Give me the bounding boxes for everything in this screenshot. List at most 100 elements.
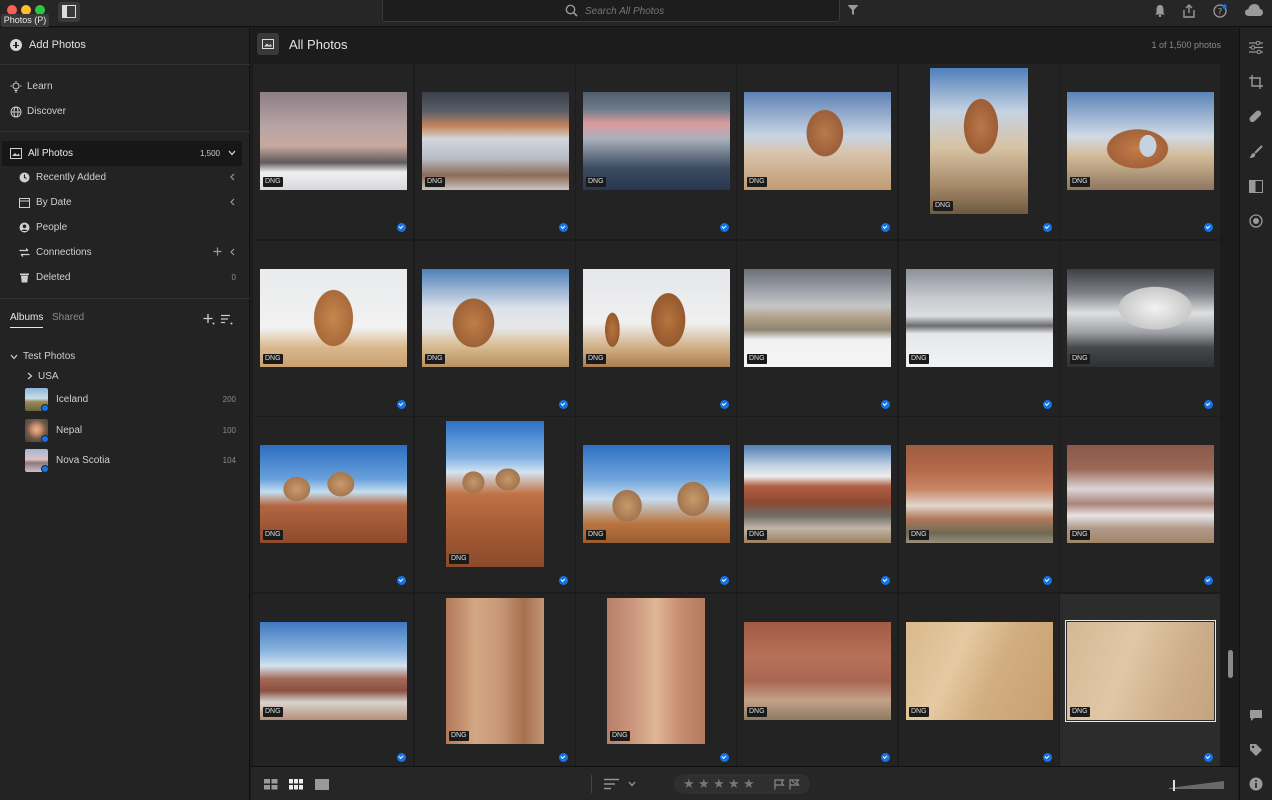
photo-cell[interactable]: DNG (1060, 417, 1220, 592)
linear-gradient-icon[interactable] (1249, 180, 1263, 193)
sidebar-item-by-date[interactable]: By Date (0, 190, 250, 215)
photo-cell-selected[interactable]: DNG (1060, 594, 1220, 769)
photo-thumbnail[interactable]: DNG (1067, 445, 1214, 543)
chevron-left-icon[interactable] (230, 173, 235, 181)
grid-scrollbar-thumb[interactable] (1228, 650, 1233, 678)
photo-cell[interactable]: DNG (415, 594, 575, 769)
album-nova-scotia[interactable]: Nova Scotia 104 (0, 446, 250, 476)
sidebar-item-all-photos[interactable]: All Photos 1,500 (2, 141, 242, 166)
photo-cell[interactable]: DNG (899, 594, 1059, 769)
detail-view-icon[interactable] (315, 779, 329, 790)
photo-cell[interactable]: DNG (737, 594, 897, 769)
add-photos-button[interactable]: Add Photos (0, 28, 250, 65)
photo-cell[interactable]: DNG (253, 594, 413, 769)
photo-thumbnail[interactable]: DNG (422, 92, 569, 190)
photo-thumbnail[interactable]: DNG (906, 445, 1053, 543)
star-icon[interactable]: ★ (743, 776, 755, 792)
chevron-left-icon[interactable] (230, 198, 235, 206)
photo-cell[interactable]: DNG (899, 64, 1059, 239)
photo-cell[interactable]: DNG (737, 241, 897, 416)
photo-thumbnail[interactable]: DNG (1065, 620, 1216, 722)
photo-thumbnail[interactable]: DNG (744, 92, 891, 190)
comments-icon[interactable] (1249, 709, 1263, 722)
photo-cell[interactable]: DNG (415, 64, 575, 239)
tab-albums[interactable]: Albums (10, 312, 44, 328)
photo-cell[interactable]: DNG (899, 241, 1059, 416)
share-icon[interactable] (1182, 4, 1196, 18)
search-input[interactable] (585, 3, 815, 19)
album-nepal[interactable]: Nepal 100 (0, 416, 250, 446)
add-album-icon[interactable] (203, 313, 215, 325)
album-iceland[interactable]: Iceland 200 (0, 385, 250, 415)
photo-cell[interactable]: DNG (576, 594, 736, 769)
photo-thumbnail[interactable]: DNG (260, 445, 407, 543)
photo-thumbnail[interactable]: DNG (906, 622, 1053, 720)
photo-thumbnail[interactable]: DNG (583, 445, 730, 543)
photo-cell[interactable]: DNG (576, 241, 736, 416)
photo-thumbnail[interactable]: DNG (422, 269, 569, 367)
photo-cell[interactable]: DNG (737, 417, 897, 592)
cloud-sync-icon[interactable] (1244, 3, 1264, 17)
photo-grid-view-icon[interactable] (289, 779, 303, 790)
sidebar-item-deleted[interactable]: Deleted 0 (0, 265, 250, 290)
edit-sliders-icon[interactable] (1249, 41, 1263, 54)
photo-cell[interactable]: DNG (1060, 241, 1220, 416)
sidebar-item-learn[interactable]: Learn (0, 74, 250, 99)
thumbnail-size-slider[interactable] (1169, 779, 1227, 791)
photo-thumbnail[interactable]: DNG (1067, 269, 1214, 367)
reject-flag-icon[interactable] (789, 779, 800, 790)
sidebar-item-recently-added[interactable]: Recently Added (0, 165, 250, 190)
sidebar-item-discover[interactable]: Discover (0, 99, 250, 124)
photo-cell[interactable]: DNG (576, 417, 736, 592)
photo-thumbnail[interactable]: DNG (583, 269, 730, 367)
tag-icon[interactable] (1249, 743, 1263, 757)
photo-thumbnail[interactable]: DNG (446, 421, 544, 567)
star-icon[interactable]: ★ (698, 776, 710, 792)
star-icon[interactable]: ★ (713, 776, 725, 792)
chevron-down-icon[interactable] (228, 150, 236, 156)
search-box[interactable] (382, 0, 840, 22)
view-photos-button[interactable] (257, 33, 279, 55)
filter-icon[interactable] (847, 4, 859, 16)
help-icon[interactable]: ? (1213, 4, 1227, 18)
chevron-left-icon[interactable] (230, 248, 235, 256)
info-icon[interactable] (1249, 777, 1263, 791)
photo-cell[interactable]: DNG (1060, 64, 1220, 239)
photo-thumbnail[interactable]: DNG (1067, 92, 1214, 190)
photo-cell[interactable]: DNG (576, 64, 736, 239)
sidebar-item-connections[interactable]: Connections (0, 240, 250, 265)
sidebar-toggle-button[interactable] (58, 2, 80, 22)
star-icon[interactable]: ★ (683, 776, 695, 792)
sort-albums-icon[interactable] (221, 314, 233, 325)
square-grid-view-icon[interactable] (264, 779, 278, 790)
chevron-down-icon[interactable] (10, 354, 18, 360)
photo-cell[interactable]: DNG (253, 241, 413, 416)
photo-cell[interactable]: DNG (253, 64, 413, 239)
crop-icon[interactable] (1249, 75, 1263, 89)
photo-cell[interactable]: DNG (253, 417, 413, 592)
photo-thumbnail[interactable]: DNG (446, 598, 544, 744)
notifications-bell-icon[interactable] (1154, 4, 1166, 17)
photo-thumbnail[interactable]: DNG (260, 269, 407, 367)
photo-cell[interactable]: DNG (737, 64, 897, 239)
chevron-right-icon[interactable] (27, 372, 33, 380)
photo-cell[interactable]: DNG (415, 417, 575, 592)
photo-thumbnail[interactable]: DNG (906, 269, 1053, 367)
sort-icon[interactable] (604, 778, 620, 790)
radial-gradient-icon[interactable] (1249, 214, 1263, 228)
photo-thumbnail[interactable]: DNG (260, 622, 407, 720)
photo-thumbnail[interactable]: DNG (930, 68, 1028, 214)
photo-thumbnail[interactable]: DNG (744, 269, 891, 367)
photo-thumbnail[interactable]: DNG (744, 622, 891, 720)
sidebar-item-people[interactable]: People (0, 215, 250, 240)
pick-flag-icon[interactable] (774, 779, 785, 790)
tab-shared[interactable]: Shared (52, 312, 84, 323)
healing-brush-icon[interactable] (1249, 110, 1263, 124)
star-icon[interactable]: ★ (728, 776, 740, 792)
photo-thumbnail[interactable]: DNG (260, 92, 407, 190)
chevron-down-icon[interactable] (628, 781, 636, 787)
brush-icon[interactable] (1249, 145, 1263, 159)
photo-cell[interactable]: DNG (899, 417, 1059, 592)
photo-thumbnail[interactable]: DNG (744, 445, 891, 543)
photo-cell[interactable]: DNG (415, 241, 575, 416)
